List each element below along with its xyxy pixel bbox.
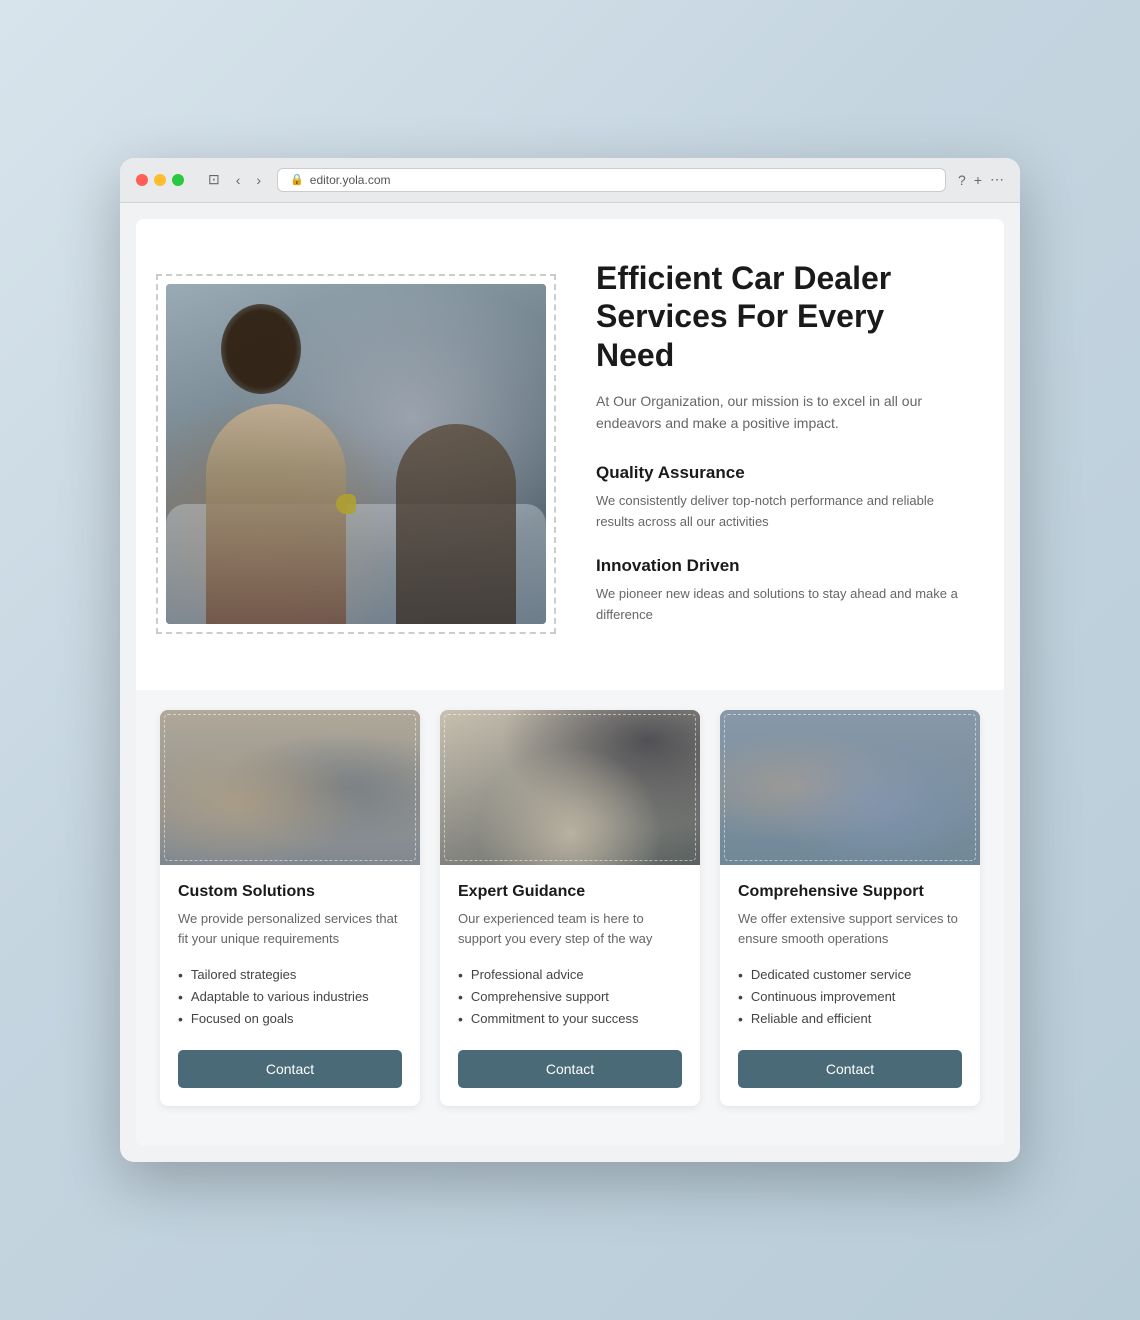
hero-section: Efficient Car Dealer Services For Every …: [136, 219, 1004, 690]
person-light: [206, 404, 346, 624]
browser-controls: ⊡ ‹ ›: [204, 169, 265, 190]
hero-image-dashed-border: [156, 274, 556, 634]
card-dashed-border-1: [164, 714, 416, 861]
cards-section: Custom Solutions We provide personalized…: [136, 690, 1004, 1146]
hero-image: [166, 284, 546, 624]
browser-actions: ? + ⋯: [958, 171, 1004, 188]
minimize-traffic-light[interactable]: [154, 174, 166, 186]
card-title-custom-solutions: Custom Solutions: [178, 883, 402, 901]
traffic-lights: [136, 174, 184, 186]
feature-innovation: Innovation Driven We pioneer new ideas a…: [596, 556, 964, 626]
browser-bar: ⊡ ‹ › 🔒 editor.yola.com ? + ⋯: [120, 158, 1020, 203]
hero-image-wrapper: [136, 274, 556, 634]
card-comprehensive-support: Comprehensive Support We offer extensive…: [720, 710, 980, 1106]
close-traffic-light[interactable]: [136, 174, 148, 186]
person-dark: [396, 424, 516, 624]
hero-title: Efficient Car Dealer Services For Every …: [596, 259, 964, 374]
feature-quality-title: Quality Assurance: [596, 463, 964, 483]
card-body-comprehensive-support: Comprehensive Support We offer extensive…: [720, 865, 980, 1106]
list-item: Commitment to your success: [458, 1008, 682, 1030]
address-bar[interactable]: 🔒 editor.yola.com: [277, 168, 946, 192]
card-list-expert-guidance: Professional advice Comprehensive suppor…: [458, 964, 682, 1030]
list-item: Tailored strategies: [178, 964, 402, 986]
list-item: Reliable and efficient: [738, 1008, 962, 1030]
card-desc-expert-guidance: Our experienced team is here to support …: [458, 909, 682, 948]
contact-button-custom-solutions[interactable]: Contact: [178, 1050, 402, 1088]
url-text: editor.yola.com: [310, 173, 391, 187]
feature-innovation-desc: We pioneer new ideas and solutions to st…: [596, 584, 964, 626]
more-options-button[interactable]: ⋯: [990, 171, 1004, 188]
lock-icon: 🔒: [290, 173, 304, 186]
card-desc-comprehensive-support: We offer extensive support services to e…: [738, 909, 962, 948]
card-body-expert-guidance: Expert Guidance Our experienced team is …: [440, 865, 700, 1106]
card-expert-guidance: Expert Guidance Our experienced team is …: [440, 710, 700, 1106]
card-image-expert-guidance: [440, 710, 700, 865]
list-item: Dedicated customer service: [738, 964, 962, 986]
feature-innovation-title: Innovation Driven: [596, 556, 964, 576]
card-title-comprehensive-support: Comprehensive Support: [738, 883, 962, 901]
card-desc-custom-solutions: We provide personalized services that fi…: [178, 909, 402, 948]
contact-button-comprehensive-support[interactable]: Contact: [738, 1050, 962, 1088]
browser-window: ⊡ ‹ › 🔒 editor.yola.com ? + ⋯: [120, 158, 1020, 1162]
hero-text: Efficient Car Dealer Services For Every …: [596, 259, 964, 650]
contact-button-expert-guidance[interactable]: Contact: [458, 1050, 682, 1088]
list-item: Comprehensive support: [458, 986, 682, 1008]
card-title-expert-guidance: Expert Guidance: [458, 883, 682, 901]
list-item: Professional advice: [458, 964, 682, 986]
add-tab-button[interactable]: +: [974, 171, 982, 188]
card-dashed-border-2: [444, 714, 696, 861]
card-list-comprehensive-support: Dedicated customer service Continuous im…: [738, 964, 962, 1030]
forward-button[interactable]: ›: [252, 169, 265, 190]
back-button[interactable]: ‹: [232, 169, 245, 190]
cards-grid: Custom Solutions We provide personalized…: [160, 710, 980, 1106]
feature-quality: Quality Assurance We consistently delive…: [596, 463, 964, 533]
card-image-custom-solutions: [160, 710, 420, 865]
list-item: Continuous improvement: [738, 986, 962, 1008]
maximize-traffic-light[interactable]: [172, 174, 184, 186]
list-item: Focused on goals: [178, 1008, 402, 1030]
help-button[interactable]: ?: [958, 171, 966, 188]
list-item: Adaptable to various industries: [178, 986, 402, 1008]
hair-dark: [221, 304, 301, 394]
card-body-custom-solutions: Custom Solutions We provide personalized…: [160, 865, 420, 1106]
feature-quality-desc: We consistently deliver top-notch perfor…: [596, 491, 964, 533]
sidebar-toggle-button[interactable]: ⊡: [204, 169, 224, 190]
card-image-comprehensive-support: [720, 710, 980, 865]
page-content: Efficient Car Dealer Services For Every …: [136, 219, 1004, 1146]
card-custom-solutions: Custom Solutions We provide personalized…: [160, 710, 420, 1106]
card-list-custom-solutions: Tailored strategies Adaptable to various…: [178, 964, 402, 1030]
card-dashed-border-3: [724, 714, 976, 861]
keys: [336, 494, 356, 514]
hero-subtitle: At Our Organization, our mission is to e…: [596, 390, 964, 435]
